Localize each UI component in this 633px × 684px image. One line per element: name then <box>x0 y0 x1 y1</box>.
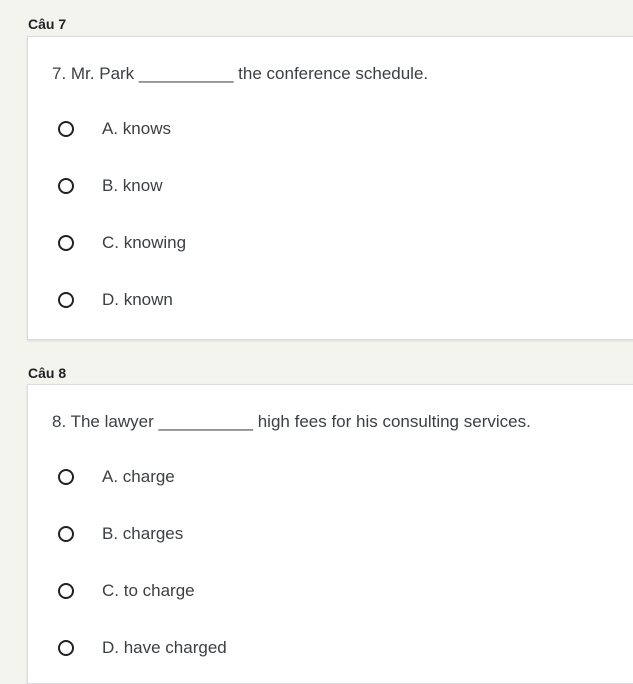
radio-button-icon[interactable] <box>58 292 74 308</box>
option-label: D. known <box>102 290 173 309</box>
question-7-text: 7. Mr. Park __________ the conference sc… <box>52 64 429 83</box>
radio-button-icon[interactable] <box>58 526 74 542</box>
question-7-card: 7. Mr. Park __________ the conference sc… <box>27 36 633 340</box>
option-label: B. charges <box>102 524 184 543</box>
option-label: C. knowing <box>102 233 187 252</box>
question-8-section-label: Câu 8 <box>28 365 67 381</box>
question-7-option-b[interactable]: B. know <box>58 174 162 198</box>
question-7-option-a[interactable]: A. knows <box>58 117 171 141</box>
question-8-text: 8. The lawyer __________ high fees for h… <box>52 412 531 431</box>
question-7-option-d[interactable]: D. known <box>58 288 173 312</box>
option-label: D. have charged <box>102 638 227 657</box>
question-8-option-c[interactable]: C. to charge <box>58 579 195 603</box>
question-7-section-label: Câu 7 <box>28 16 67 32</box>
option-label: C. to charge <box>102 581 195 600</box>
radio-button-icon[interactable] <box>58 178 74 194</box>
option-label: A. knows <box>102 119 171 138</box>
radio-button-icon[interactable] <box>58 583 74 599</box>
question-7-option-c[interactable]: C. knowing <box>58 231 186 255</box>
radio-button-icon[interactable] <box>58 640 74 656</box>
option-label: B. know <box>102 176 163 195</box>
question-8-option-a[interactable]: A. charge <box>58 465 175 489</box>
question-8-option-b[interactable]: B. charges <box>58 522 183 546</box>
option-label: A. charge <box>102 467 175 486</box>
radio-button-icon[interactable] <box>58 469 74 485</box>
question-8-option-d[interactable]: D. have charged <box>58 636 227 660</box>
radio-button-icon[interactable] <box>58 121 74 137</box>
radio-button-icon[interactable] <box>58 235 74 251</box>
question-8-card: 8. The lawyer __________ high fees for h… <box>27 384 633 684</box>
